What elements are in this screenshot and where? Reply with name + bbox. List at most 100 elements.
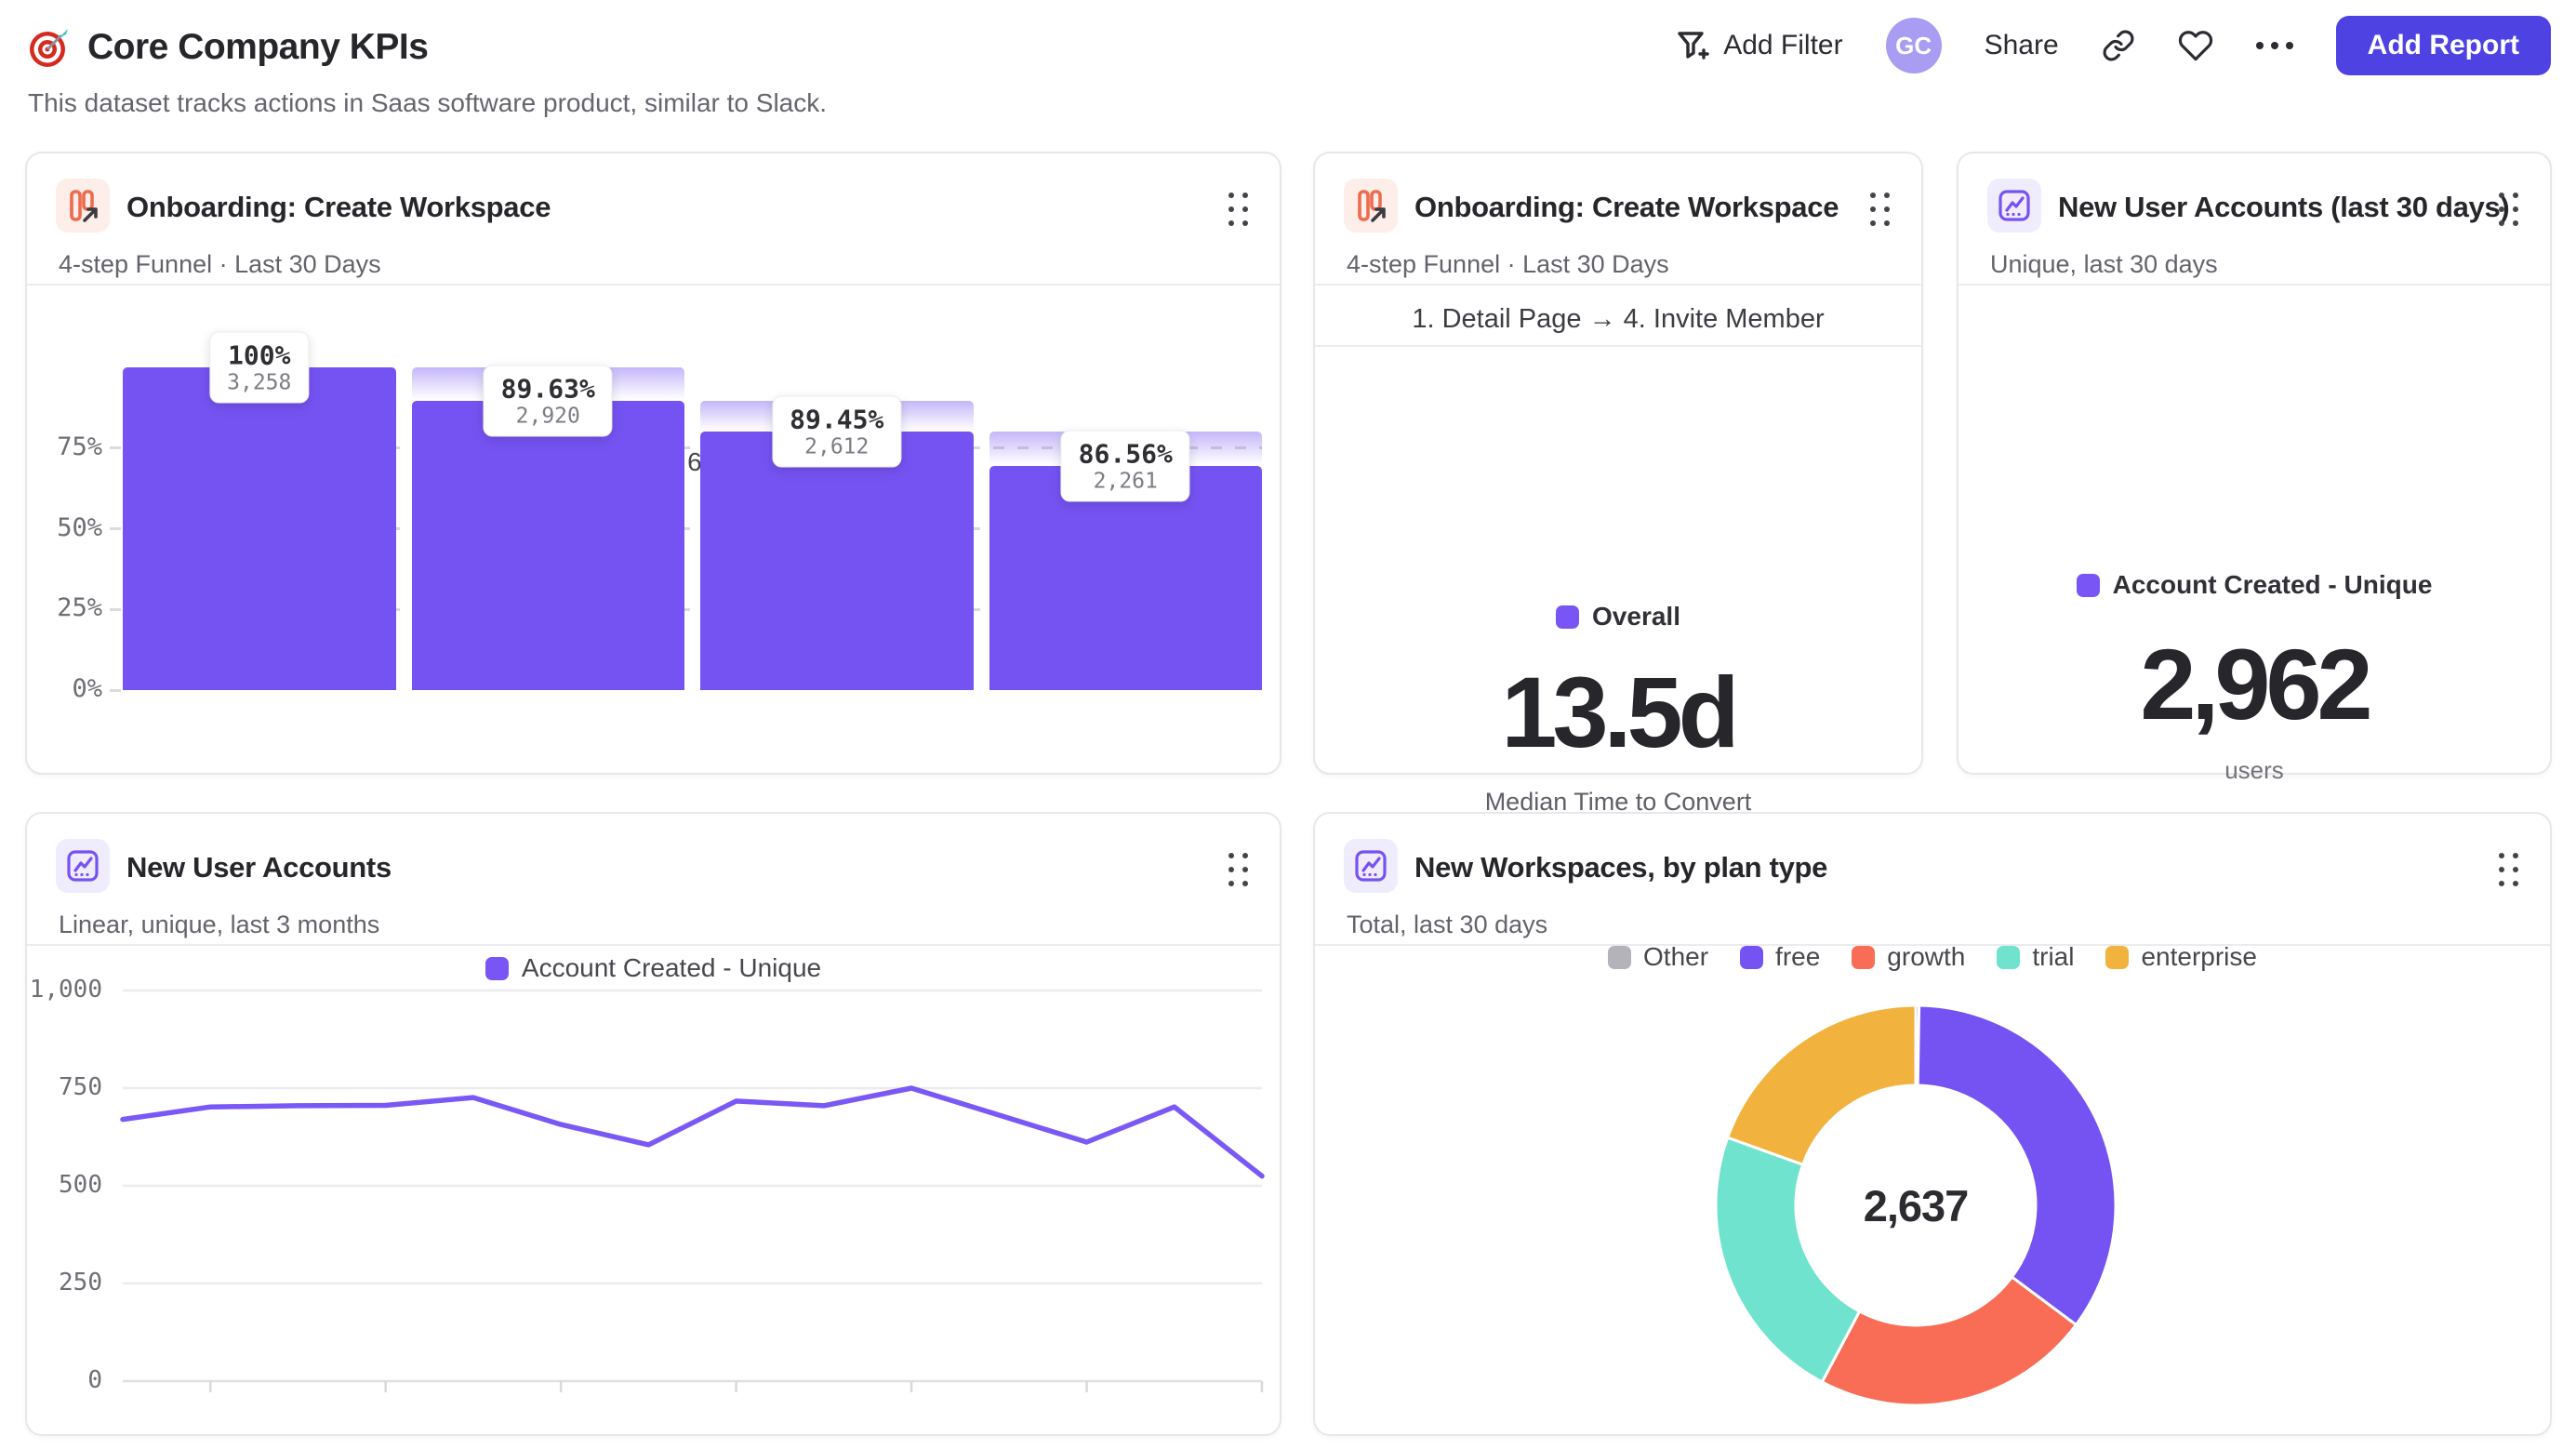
y-axis-label: 500 — [59, 1171, 102, 1199]
legend-label: growth — [1887, 942, 1966, 971]
dashboard-page: Core Company KPIs This dataset tracks ac… — [0, 0, 2576, 1449]
legend-chip — [485, 956, 509, 980]
target-icon — [28, 26, 71, 69]
axis-tick — [110, 688, 121, 692]
card-title: New User Accounts (last 30 days) — [2058, 191, 2510, 223]
step-count: 2,920 — [515, 404, 580, 429]
legend-label: trial — [2032, 942, 2075, 971]
divider — [1315, 284, 1921, 286]
donut-legend: Other free growth trial enterprise — [1315, 942, 2550, 972]
donut-chart: 2,637 — [1714, 1004, 2118, 1407]
ttc-legend: Overall — [1315, 602, 1921, 631]
divider — [1315, 345, 1921, 347]
page-header: Core Company KPIs — [28, 26, 429, 69]
drag-handle-icon[interactable] — [1870, 193, 1890, 226]
add-filter-label: Add Filter — [1723, 30, 1843, 60]
legend-chip — [2076, 573, 2100, 597]
card-title: New Workspaces, by plan type — [1414, 851, 1828, 884]
line-chart-svg — [120, 989, 1265, 1392]
insights-report-icon — [1344, 839, 1398, 893]
line-series[interactable] — [120, 1085, 1265, 1179]
filter-plus-icon — [1675, 28, 1710, 63]
card-subtitle: Linear, unique, last 3 months — [59, 911, 380, 938]
card-subtitle: 4-step Funnel · Last 30 Days — [1347, 250, 1669, 278]
insights-report-icon — [1987, 179, 2041, 233]
legend-chip — [1608, 945, 1632, 969]
step-conversion-pct: 89.63% — [500, 373, 595, 405]
card-new-workspaces-donut: New Workspaces, by plan type Total, last… — [1313, 812, 2552, 1436]
insights-report-icon — [56, 839, 110, 893]
card-subtitle: 4-step Funnel · Last 30 Days — [59, 250, 381, 278]
card-new-user-accounts-line: New User Accounts Linear, unique, last 3… — [25, 812, 1281, 1436]
step-conversion-pct: 100% — [228, 339, 291, 371]
y-axis-label: 0 — [87, 1366, 102, 1394]
axis-tick — [110, 607, 121, 611]
heart-icon — [2178, 28, 2213, 63]
y-axis-label: 1,000 — [29, 976, 102, 1004]
donut-total: 2,637 — [1863, 1180, 1970, 1230]
share-button[interactable]: Share — [1985, 30, 2059, 61]
legend-label: free — [1775, 942, 1821, 971]
card-time-to-convert: Onboarding: Create Workspace 4-step Funn… — [1313, 152, 1923, 816]
avatar[interactable]: GC — [1885, 18, 1942, 73]
funnel-tooltip-4: 86.56% 2,261 — [1060, 430, 1190, 502]
divider — [27, 944, 1280, 946]
page-title: Core Company KPIs — [87, 27, 429, 67]
card-funnel: Onboarding: Create Workspace 4-step Funn… — [25, 152, 1281, 967]
legend-chip — [1740, 945, 1764, 969]
y-axis-label: 750 — [59, 1073, 102, 1101]
legend-label: Other — [1643, 942, 1709, 971]
y-axis-label: 0% — [72, 674, 102, 703]
legend-chip — [1997, 945, 2021, 969]
funnel-tooltip-2: 89.63% 2,920 — [483, 365, 613, 437]
median-time-value: 13.5d — [1501, 656, 1739, 768]
add-report-button[interactable]: Add Report — [2335, 16, 2551, 75]
add-filter-button[interactable]: Add Filter — [1675, 28, 1843, 63]
card-title: New User Accounts — [126, 851, 392, 884]
axis-tick — [110, 446, 121, 450]
step-conversion-pct: 86.56% — [1078, 438, 1173, 470]
funnel-tooltip-3: 89.45% 2,612 — [772, 395, 902, 468]
card-subtitle: Total, last 30 days — [1347, 911, 1548, 938]
funnel-bar-3[interactable] — [700, 431, 974, 690]
funnel-bar-2[interactable] — [411, 400, 684, 690]
unique-users-caption: users — [2224, 756, 2284, 784]
legend-item-free[interactable]: free — [1740, 942, 1820, 972]
funnel-report-icon — [56, 179, 110, 233]
legend-label: enterprise — [2141, 942, 2257, 971]
legend-item-enterprise[interactable]: enterprise — [2105, 942, 2257, 972]
line-legend: Account Created - Unique — [27, 953, 1280, 983]
funnel-report-icon — [1344, 179, 1398, 233]
favorite-button[interactable] — [2178, 28, 2213, 63]
link-icon — [2102, 29, 2135, 62]
page-subtitle: This dataset tracks actions in Saas soft… — [28, 88, 828, 117]
funnel-bar-1[interactable] — [123, 367, 396, 690]
y-axis-label: 25% — [57, 593, 102, 623]
legend-item-trial[interactable]: trial — [1997, 942, 2074, 972]
funnel-step-range: 1. Detail Page → 4. Invite Member — [1412, 304, 1825, 334]
legend-item-other[interactable]: Other — [1608, 942, 1708, 972]
drag-handle-icon[interactable] — [1228, 193, 1248, 226]
y-axis-label: 250 — [59, 1269, 102, 1296]
step-count: 2,612 — [804, 434, 870, 459]
drag-handle-icon[interactable] — [1228, 853, 1248, 886]
drag-handle-icon[interactable] — [2499, 853, 2518, 886]
legend-label: Overall — [1592, 602, 1680, 631]
more-options-button[interactable] — [2255, 42, 2293, 49]
toolbar: Add Filter GC Share Add Report — [1675, 11, 2551, 80]
step-count: 3,258 — [227, 370, 292, 395]
step-count: 2,261 — [1093, 469, 1158, 494]
unique-users-value: 2,962 — [2140, 628, 2372, 740]
copy-link-button[interactable] — [2102, 29, 2135, 62]
legend-label: Account Created - Unique — [2112, 570, 2433, 599]
legend-chip — [2105, 945, 2130, 969]
legend-chip — [1556, 605, 1580, 629]
divider — [27, 284, 1280, 286]
legend-chip — [1852, 945, 1876, 969]
step-conversion-pct: 89.45% — [790, 404, 884, 435]
axis-tick — [110, 527, 121, 530]
line-chart: 1,0007505002500Apr 20May 4May 18Jun 1Jun… — [30, 976, 1265, 1394]
card-subtitle: Unique, last 30 days — [1990, 250, 2218, 278]
legend-item-growth[interactable]: growth — [1852, 942, 1965, 972]
drag-handle-icon[interactable] — [2499, 193, 2518, 226]
